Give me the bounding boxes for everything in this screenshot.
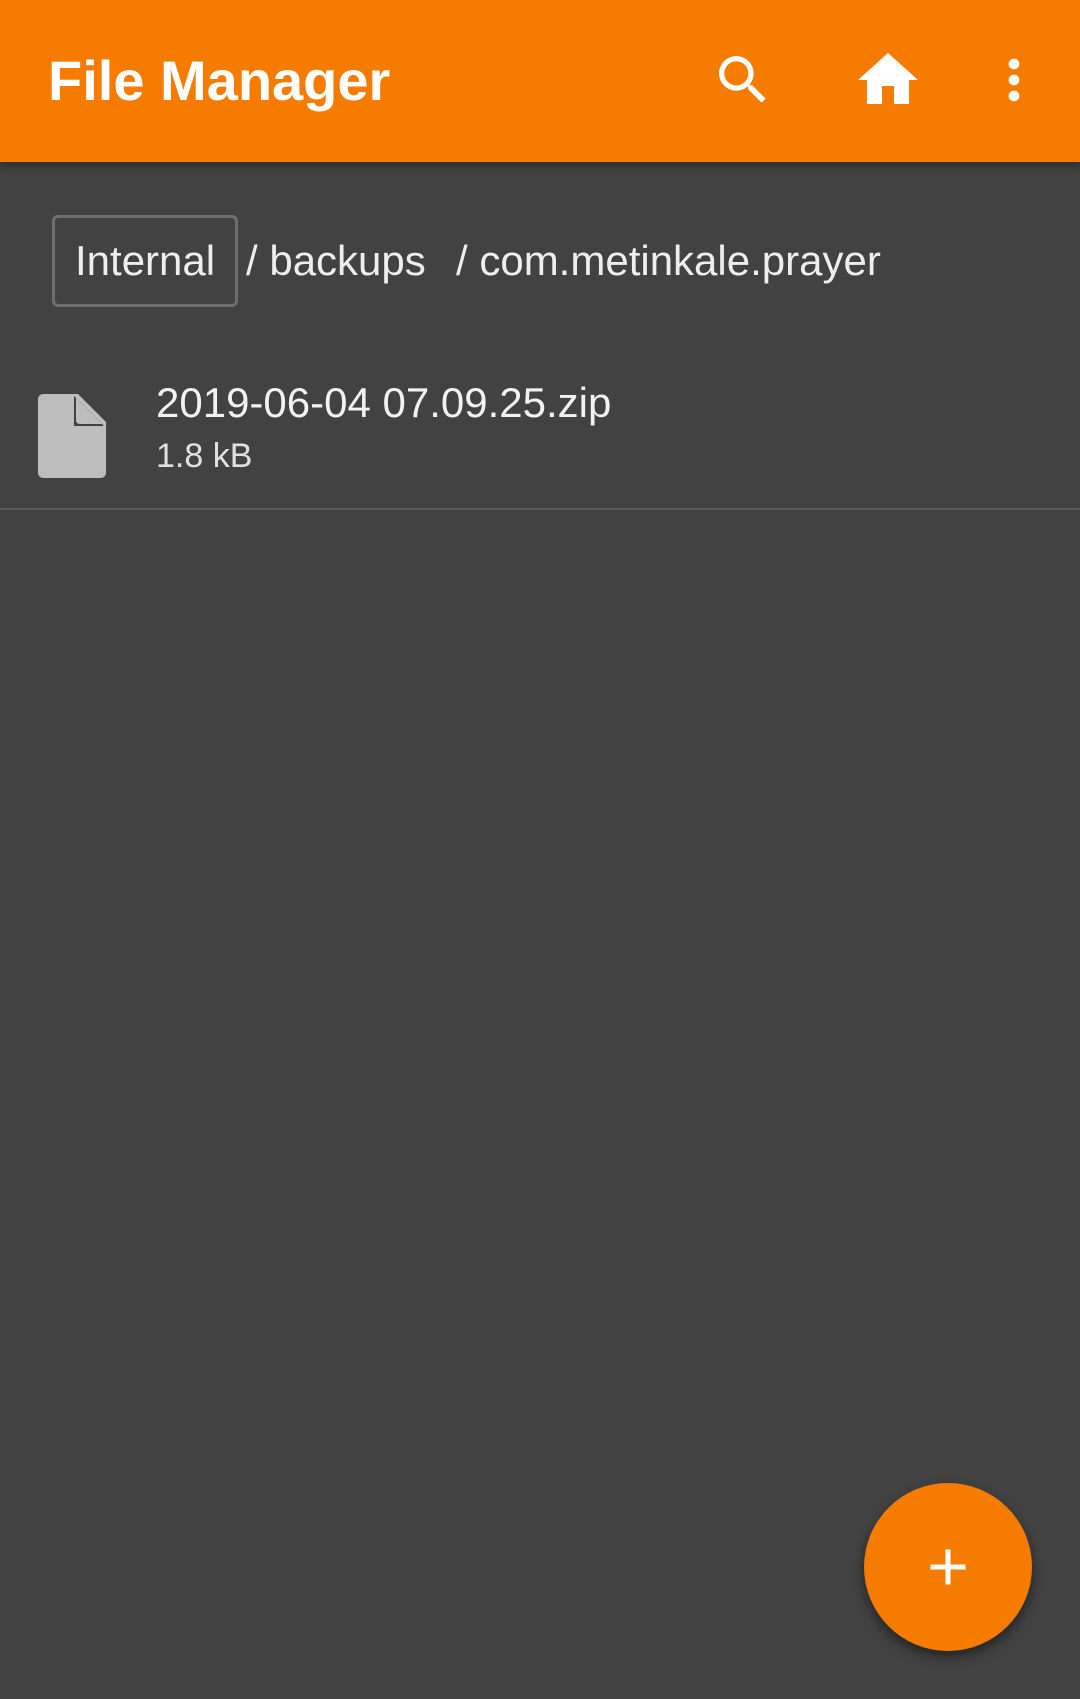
search-button[interactable] — [703, 40, 783, 120]
search-icon — [719, 56, 766, 103]
breadcrumb-current-folder[interactable]: / com.metinkale.prayer — [456, 215, 881, 307]
file-list-item[interactable]: 2019-06-04 07.09.25.zip 1.8 kB — [0, 356, 1080, 510]
breadcrumb-internal[interactable]: Internal — [52, 215, 239, 307]
app-bar: File Manager — [0, 0, 1080, 162]
add-fab-button[interactable] — [864, 1483, 1032, 1651]
file-icon — [38, 394, 106, 478]
breadcrumb-backups[interactable]: / backups — [246, 215, 426, 307]
more-options-button[interactable] — [974, 40, 1054, 120]
breadcrumb: Internal / backups / com.metinkale.praye… — [0, 213, 1080, 313]
file-size: 1.8 kB — [156, 437, 253, 475]
home-button[interactable] — [848, 40, 928, 120]
home-icon — [858, 53, 918, 104]
app-title: File Manager — [48, 49, 391, 112]
more-vert-icon — [1008, 58, 1020, 102]
file-name: 2019-06-04 07.09.25.zip — [156, 379, 612, 426]
plus-icon — [930, 1549, 966, 1585]
